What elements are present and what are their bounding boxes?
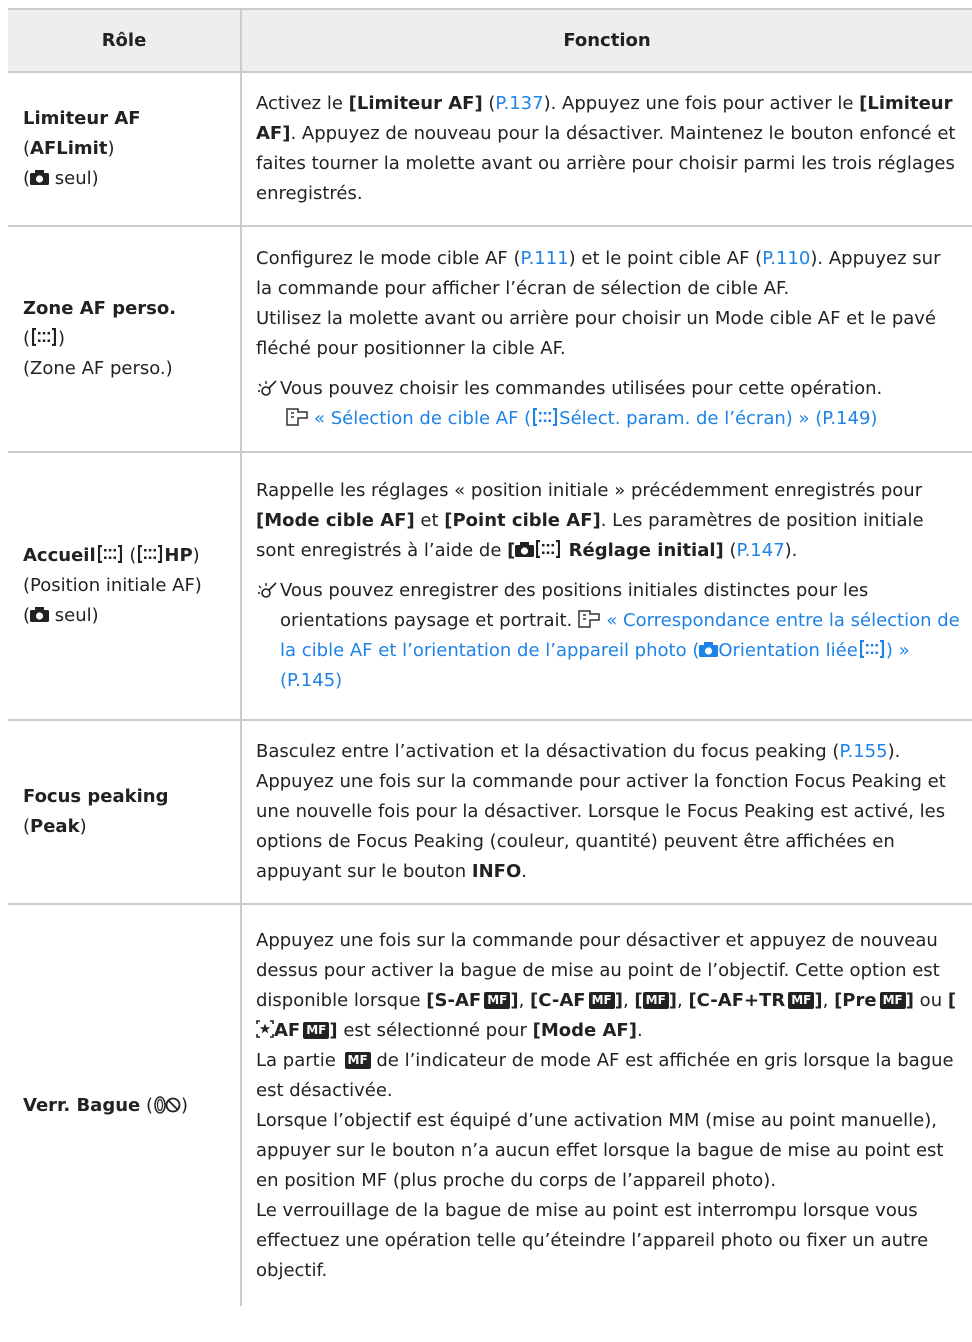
note-icon [258, 380, 277, 396]
role-name: Accueil [23, 545, 96, 566]
text: ou [913, 989, 948, 1011]
text-bold: Réglage initial] [568, 540, 724, 561]
af-target-icon [97, 545, 122, 563]
camera-icon [515, 542, 535, 557]
paragraph: Lorsque l’objectif est équipé d’une acti… [256, 1109, 944, 1191]
mf-badge: MF [344, 1051, 371, 1069]
table-row: Accueil (HP) (Position initiale AF) ( se… [8, 452, 972, 721]
note-text: Vous pouvez choisir les commandes utilis… [280, 378, 883, 399]
text: Appuyez une fois sur la commande pour ac… [256, 771, 946, 882]
text: ). Appuyez une fois pour activer le [543, 93, 860, 114]
role-cell: Accueil (HP) (Position initiale AF) ( se… [8, 452, 242, 721]
text-bold: [Mode AF] [532, 1019, 637, 1041]
function-cell: Activez le [Limiteur AF] (P.137). Appuye… [241, 72, 972, 227]
mf-badge: MF [879, 991, 906, 1009]
role-cell: Zone AF perso. () (Zone AF perso.) [8, 226, 242, 453]
camera-icon [30, 170, 50, 185]
table-row: Focus peaking (Peak) Basculez entre l’ac… [8, 720, 972, 905]
mf-badge: MF [303, 1021, 330, 1039]
paragraph: Utilisez la molette avant ou arrière pou… [256, 308, 937, 359]
text: La partie [256, 1049, 342, 1071]
header-role: Rôle [8, 8, 242, 73]
reference-link[interactable]: « Sélection de cible AF (Sélect. param. … [314, 408, 877, 429]
mf-badge: MF [788, 991, 815, 1009]
role-code: AFLimit [30, 138, 108, 159]
page-link[interactable]: P.137 [495, 93, 543, 114]
text: et [414, 510, 445, 531]
mf-badge: MF [484, 991, 511, 1009]
mf-badge: MF [642, 991, 669, 1009]
text: ( [482, 93, 496, 114]
restrict-suffix: seul [54, 605, 92, 626]
text-bold: [Limiteur AF] [348, 93, 483, 114]
role-subtitle: (Position initiale AF) [23, 575, 202, 596]
text-bold: [Point cible AF] [444, 510, 601, 531]
role-code: HP [164, 545, 193, 566]
paragraph: Le verrouillage de la bague de mise au p… [256, 1199, 929, 1281]
option-label: AF [274, 1019, 301, 1041]
role-name: Verr. Bague [23, 1094, 141, 1116]
text: Rappelle les réglages « position initial… [256, 480, 923, 501]
role-name: Limiteur AF [23, 108, 141, 129]
af-target-icon [138, 545, 163, 563]
table-row: Limiteur AF (AFLimit) ( seul) Activez le… [8, 72, 972, 227]
text: . Appuyez de nouveau pour la désactiver.… [256, 123, 956, 204]
role-subtitle: (Zone AF perso.) [23, 358, 173, 379]
text: ( [723, 540, 737, 561]
af-target-icon [533, 408, 558, 426]
option-label: [C-AF [530, 989, 586, 1011]
note: Vous pouvez enregistrer des positions in… [256, 576, 962, 696]
table-row: Zone AF perso. () (Zone AF perso.) Confi… [8, 226, 972, 453]
text-bold: [Mode cible AF] [256, 510, 415, 531]
role-name: Zone AF perso. [23, 298, 177, 319]
af-target-icon [859, 640, 884, 658]
role-cell: Focus peaking (Peak) [8, 720, 242, 905]
function-table: Rôle Fonction Limiteur AF (AFLimit) ( se… [8, 8, 972, 1306]
note: Vous pouvez choisir les commandes utilis… [256, 374, 962, 434]
af-target-icon [536, 540, 561, 558]
option-label: [S-AF [426, 989, 482, 1011]
text: Basculez entre l’activation et la désact… [256, 741, 840, 762]
function-cell: Basculez entre l’activation et la désact… [241, 720, 972, 905]
header-function: Fonction [241, 8, 972, 73]
reference-icon [286, 408, 308, 426]
camera-icon [699, 642, 719, 657]
text: ) et le point cible AF ( [568, 248, 763, 269]
text: Configurez le mode cible AF ( [256, 248, 521, 269]
text: est sélectionné pour [337, 1019, 533, 1041]
role-cell: Verr. Bague () [8, 904, 242, 1306]
text: Activez le [256, 93, 349, 114]
table-header-row: Rôle Fonction [8, 8, 972, 73]
text: ). [887, 741, 901, 762]
page-link[interactable]: P.111 [521, 248, 569, 269]
role-cell: Limiteur AF (AFLimit) ( seul) [8, 72, 242, 227]
star-af-icon [256, 1019, 274, 1038]
option-label: [C-AF+TR [688, 989, 786, 1011]
role-code: Peak [30, 816, 80, 837]
role-name: Focus peaking [23, 786, 169, 807]
text: ). [784, 540, 798, 561]
page-link[interactable]: P.110 [762, 248, 810, 269]
info-button-label: INFO [471, 861, 522, 882]
text: . [521, 861, 528, 882]
page-link[interactable]: P.147 [737, 540, 785, 561]
camera-icon [30, 607, 50, 622]
reference-icon [578, 610, 601, 628]
function-cell: Rappelle les réglages « position initial… [241, 452, 972, 721]
restrict-suffix: seul [54, 168, 92, 189]
mf-badge: MF [588, 991, 615, 1009]
function-cell: Appuyez une fois sur la commande pour dé… [241, 904, 972, 1306]
function-cell: Configurez le mode cible AF (P.111) et l… [241, 226, 972, 453]
focus-ring-icon [154, 1095, 181, 1114]
note-icon [258, 582, 277, 598]
table-row: Verr. Bague () Appuyez une fois sur la c… [8, 904, 972, 1306]
page-link[interactable]: P.155 [839, 741, 887, 762]
af-target-icon [32, 328, 57, 346]
text: . [636, 1019, 643, 1041]
option-label: [Pre [834, 989, 877, 1011]
